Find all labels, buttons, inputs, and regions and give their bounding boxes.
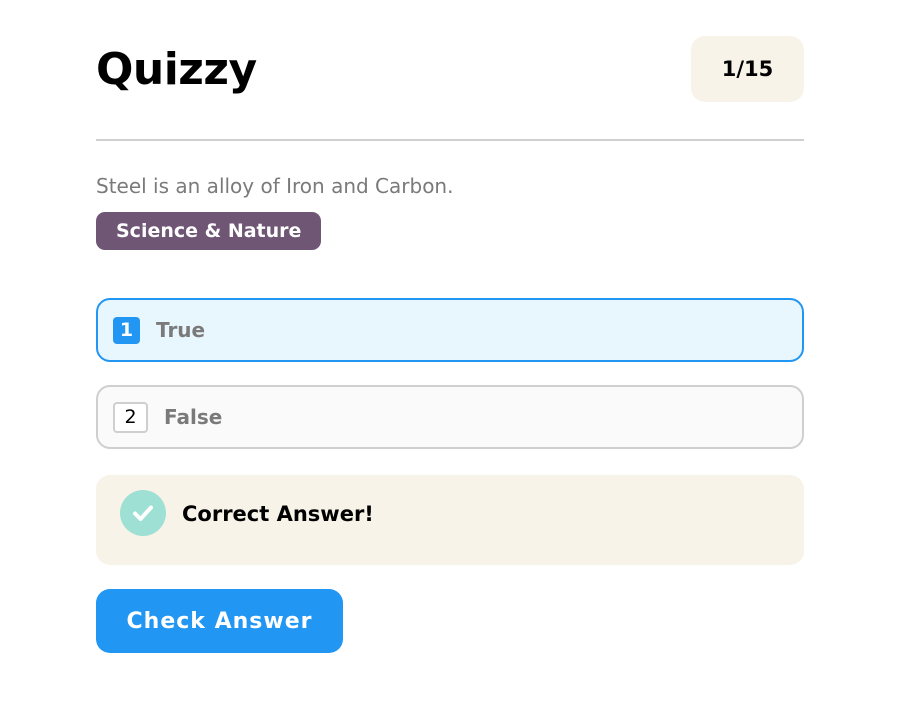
- app-title: Quizzy: [96, 44, 257, 95]
- option-false[interactable]: 2 False: [96, 385, 804, 449]
- option-number: 2: [113, 401, 148, 433]
- option-number: 1: [113, 316, 140, 344]
- quiz-container: Quizzy 1/15 Steel is an alloy of Iron an…: [96, 0, 804, 653]
- check-answer-button[interactable]: Check Answer: [96, 589, 343, 653]
- option-label: True: [156, 318, 206, 342]
- feedback-panel: Correct Answer!: [96, 475, 804, 565]
- category-badge: Science & Nature: [96, 212, 322, 250]
- check-icon: [120, 490, 166, 536]
- header: Quizzy 1/15: [96, 0, 804, 141]
- feedback-message: Correct Answer!: [182, 502, 374, 526]
- option-label: False: [164, 405, 223, 429]
- quiz-page: Quizzy 1/15 Steel is an alloy of Iron an…: [0, 0, 900, 724]
- question-text: Steel is an alloy of Iron and Carbon.: [96, 174, 454, 198]
- question-counter: 1/15: [691, 36, 804, 102]
- option-true[interactable]: 1 True: [96, 298, 804, 362]
